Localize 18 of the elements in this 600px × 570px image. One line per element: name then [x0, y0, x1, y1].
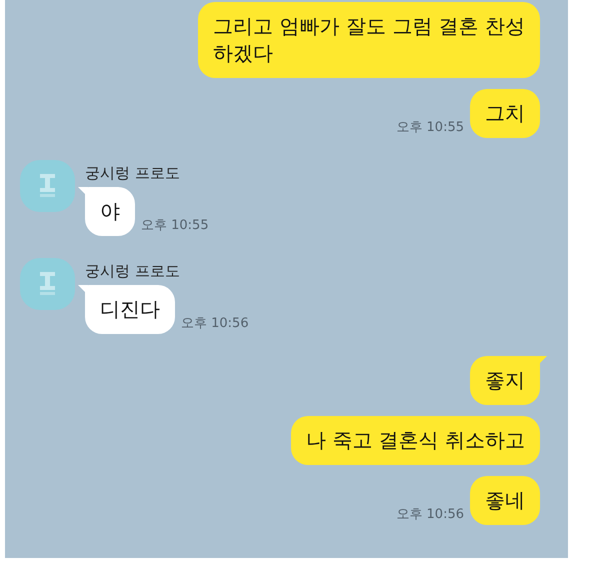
message-time: 오후 10:56	[181, 315, 249, 332]
message-bubble: 나 죽고 결혼식 취소하고	[290, 416, 540, 465]
message-time: 오후 10:55	[396, 119, 464, 136]
message-time: 오후 10:56	[396, 506, 464, 523]
sender-name: 궁시렁 프로도	[85, 163, 181, 183]
bubble-tail	[78, 285, 88, 295]
message-bubble: 그리고 엄빠가 잘도 그럼 결혼 찬성 하겠다	[198, 2, 540, 78]
bubble-tail	[537, 356, 547, 366]
message-bubble: 좋지	[470, 356, 540, 405]
message-bubble: 그치	[470, 89, 540, 138]
message-bubble: 좋네	[470, 476, 540, 525]
message-bubble: 야	[85, 187, 135, 236]
avatar-icon	[20, 160, 75, 212]
message-bubble: 디진다	[85, 285, 175, 334]
message-time: 오후 10:55	[141, 217, 209, 234]
sender-name: 궁시렁 프로도	[85, 261, 181, 281]
bubble-tail	[78, 187, 88, 197]
avatar-icon	[20, 258, 75, 310]
